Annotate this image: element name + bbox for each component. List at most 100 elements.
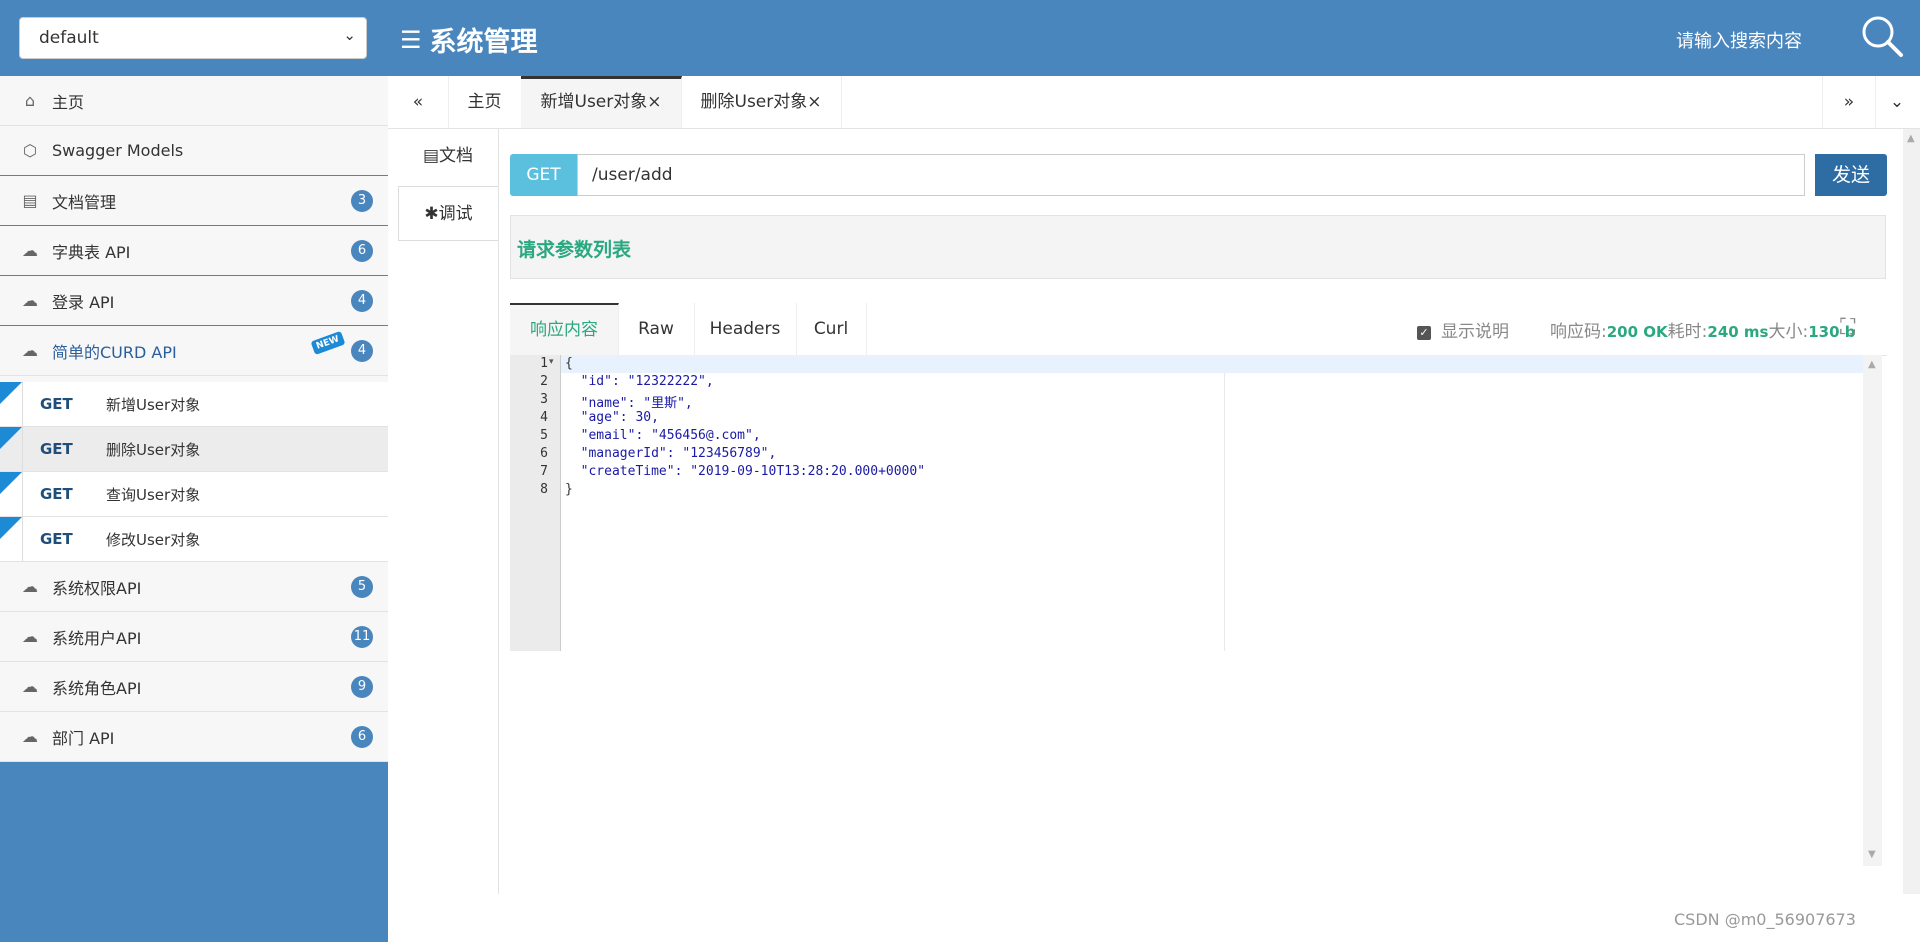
new-corner-icon — [0, 517, 22, 539]
sidebar-item-dept-api[interactable]: ☁ 部门 API 6 — [0, 712, 388, 762]
code-line: "createTime": "2019-09-10T13:28:20.000+0… — [565, 464, 926, 479]
page-scrollbar[interactable]: ▲ — [1903, 129, 1920, 894]
tab-menu-dropdown-icon[interactable]: ⌄ — [1874, 76, 1920, 128]
chevron-down-icon: ⌄ — [343, 26, 356, 44]
sidebar-item-label: Swagger Models — [52, 141, 184, 160]
file-icon: ▤ — [422, 146, 440, 166]
search-input[interactable]: 请输入搜索内容 — [1676, 27, 1802, 53]
sidebar-item-user-api[interactable]: ☁ 系统用户API 11 — [0, 612, 388, 662]
api-item-label: 查询User对象 — [106, 485, 201, 504]
api-item-query-user[interactable]: GET 查询User对象 — [0, 472, 388, 517]
line-number: 5 — [540, 428, 548, 443]
tab-headers[interactable]: Headers — [694, 303, 797, 355]
scroll-up-icon[interactable]: ▲ — [1868, 359, 1876, 370]
sidebar-item-swagger-models[interactable]: ⬡ Swagger Models — [0, 126, 388, 176]
send-button[interactable]: 发送 — [1815, 154, 1887, 196]
count-badge: 4 — [351, 290, 373, 312]
group-select[interactable]: default ⌄ — [19, 17, 367, 59]
code-value: 200 OK — [1606, 323, 1668, 341]
api-item-label: 删除User对象 — [106, 440, 201, 459]
doc-settings-icon: ▤ — [22, 191, 38, 210]
new-tag-icon: NEW — [310, 331, 346, 355]
tab-doc[interactable]: ▤文档 — [398, 129, 498, 184]
tab-next-button[interactable]: » — [1822, 76, 1876, 128]
fold-arrow-icon[interactable]: ▾ — [549, 357, 554, 367]
sidebar-item-label: 系统用户API — [52, 628, 142, 648]
http-method: GET — [40, 485, 73, 503]
line-gutter: 1 2 3 4 5 6 7 8 ▾ — [510, 355, 561, 651]
sidebar-item-label: 系统权限API — [52, 578, 142, 598]
tab-home[interactable]: 主页 — [448, 76, 522, 128]
line-number: 4 — [540, 410, 548, 425]
sidebar-item-label: 字典表 API — [52, 242, 131, 262]
request-bar: GET /user/add 发送 — [510, 154, 1887, 196]
line-number: 3 — [540, 392, 548, 407]
checkbox-checked-icon: ✓ — [1417, 326, 1431, 340]
sidebar-item-label: 主页 — [52, 92, 85, 112]
home-icon: ⌂ — [24, 91, 36, 110]
scroll-up-icon[interactable]: ▲ — [1907, 133, 1915, 144]
group-select-value: default — [39, 28, 99, 48]
editor-scrollbar[interactable]: ▲ ▼ — [1863, 355, 1882, 866]
scroll-down-icon[interactable]: ▼ — [1868, 849, 1876, 860]
response-tabs: 响应内容 Raw Headers Curl ✓ 显示说明 响应码:200 OK耗时… — [510, 303, 1887, 356]
sidebar-item-doc-management[interactable]: ▤ 文档管理 3 — [0, 176, 388, 226]
watermark: CSDN @m0_56907673 — [1674, 910, 1856, 929]
new-corner-icon — [0, 427, 22, 449]
line-number: 1 — [540, 356, 548, 371]
bug-icon: ✱ — [424, 204, 439, 224]
menu-toggle-icon[interactable]: ☰ — [400, 26, 422, 54]
code-line: } — [565, 482, 573, 497]
api-item-delete-user[interactable]: GET 删除User对象 — [0, 427, 388, 472]
time-value: 240 ms — [1707, 323, 1769, 341]
api-item-add-user[interactable]: GET 新增User对象 — [0, 382, 388, 427]
page-title-text: 系统管理 — [429, 27, 538, 58]
count-badge: 6 — [351, 240, 373, 262]
cloud-api-icon: ☁ — [22, 577, 38, 596]
cloud-api-icon: ☁ — [22, 291, 38, 310]
request-params-panel: 请求参数列表 — [510, 215, 1886, 279]
params-title: 请求参数列表 — [517, 239, 632, 261]
sidebar-item-label: 文档管理 — [52, 192, 117, 212]
code-line: { — [565, 356, 573, 371]
show-desc-checkbox[interactable]: ✓ 显示说明 — [1417, 317, 1509, 342]
api-item-update-user[interactable]: GET 修改User对象 — [0, 517, 388, 562]
count-badge: 6 — [351, 726, 373, 748]
code-line: "email": "456456@.com", — [565, 428, 761, 443]
code-line: "id": "12322222", — [565, 374, 714, 389]
count-badge: 9 — [351, 676, 373, 698]
sidebar-item-role-api[interactable]: ☁ 系统角色API 9 — [0, 662, 388, 712]
response-editor[interactable]: 1 2 3 4 5 6 7 8 ▾ { "id": "12322222", "n… — [510, 355, 1882, 866]
tab-curl[interactable]: Curl — [796, 303, 867, 355]
request-url-input[interactable]: /user/add — [577, 154, 1805, 196]
time-label: 耗时: — [1667, 322, 1708, 342]
count-badge: 11 — [351, 626, 373, 648]
new-corner-icon — [0, 382, 22, 404]
fullscreen-icon[interactable]: ⛶ — [1840, 315, 1855, 340]
http-method: GET — [40, 530, 73, 548]
tab-bar: « 主页 新增User对象× 删除User对象× » ⌄ — [388, 76, 1920, 129]
search-icon[interactable] — [1860, 14, 1904, 58]
tab-prev-button[interactable]: « — [388, 76, 449, 128]
sidebar-item-home[interactable]: ⌂ 主页 — [0, 76, 388, 126]
sidebar-item-label: 登录 API — [52, 292, 115, 312]
sidebar-item-dict-api[interactable]: ☁ 字典表 API 6 — [0, 226, 388, 276]
cloud-api-icon: ☁ — [22, 627, 38, 646]
sidebar-item-curd-api[interactable]: ☁ 简单的CURD API NEW 4 — [0, 326, 388, 376]
count-badge: 3 — [351, 190, 373, 212]
tab-delete-user[interactable]: 删除User对象× — [681, 76, 842, 128]
tab-response-content[interactable]: 响应内容 — [510, 303, 619, 355]
api-item-label: 修改User对象 — [106, 530, 201, 549]
sidebar-item-login-api[interactable]: ☁ 登录 API 4 — [0, 276, 388, 326]
http-method: GET — [40, 440, 73, 458]
doc-debug-tabs: ▤文档 ✱调试 — [388, 129, 499, 894]
response-stats: 响应码:200 OK耗时:240 ms大小:130 b — [1550, 317, 1856, 342]
size-label: 大小: — [1768, 322, 1809, 342]
sidebar-item-label: 系统角色API — [52, 678, 142, 698]
code-line: "age": 30, — [565, 410, 659, 425]
tab-debug[interactable]: ✱调试 — [398, 186, 498, 241]
tab-raw[interactable]: Raw — [618, 303, 695, 355]
sidebar-item-permission-api[interactable]: ☁ 系统权限API 5 — [0, 562, 388, 612]
api-item-label: 新增User对象 — [106, 395, 201, 414]
tab-add-user[interactable]: 新增User对象× — [521, 76, 682, 128]
